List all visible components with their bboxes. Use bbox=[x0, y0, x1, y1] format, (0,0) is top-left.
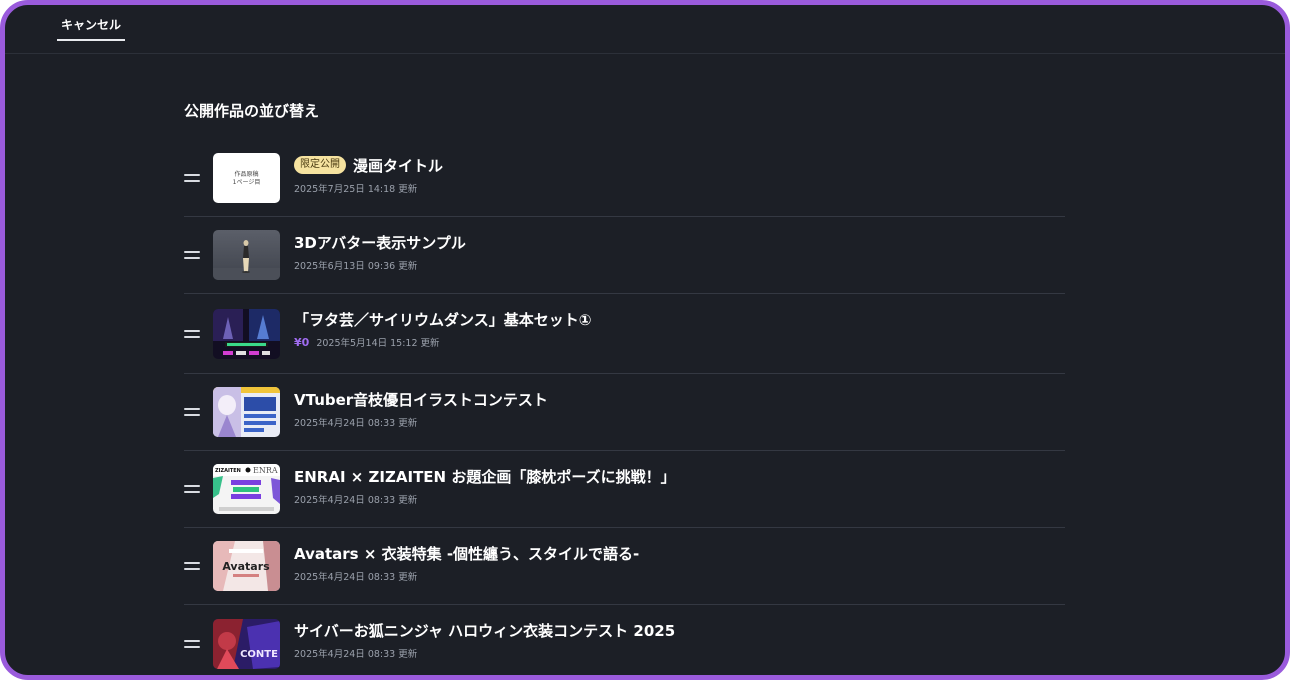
work-thumbnail: CONTE bbox=[213, 618, 280, 669]
updated-timestamp: 2025年4月24日 08:33 更新 bbox=[294, 649, 418, 660]
work-row[interactable]: Avatars Avatars × 衣装特集 -個性纏う、スタイルで語る- 20… bbox=[184, 528, 1065, 605]
work-title: ENRAI × ZIZAITEN お題企画「膝枕ポーズに挑戦！」 bbox=[294, 467, 676, 486]
drag-handle-icon[interactable] bbox=[184, 407, 200, 417]
work-thumbnail: ZIZAITEN ENRA bbox=[213, 464, 280, 514]
drag-handle-icon[interactable] bbox=[184, 484, 200, 494]
work-row[interactable]: CONTE サイバーお狐ニンジャ ハロウィン衣装コンテスト 2025 2025年… bbox=[184, 605, 1065, 675]
sortable-works-list: 作品原稿 1ページ目 限定公開 漫画タイトル 2025年7月25日 14:18 … bbox=[184, 140, 1065, 675]
work-row[interactable]: VTuber音枝優日イラストコンテスト 2025年4月24日 08:33 更新 bbox=[184, 374, 1065, 451]
updated-timestamp: 2025年6月13日 09:36 更新 bbox=[294, 261, 418, 272]
price-label: ¥0 bbox=[294, 335, 310, 349]
work-thumbnail bbox=[213, 230, 280, 280]
top-bar: キャンセル bbox=[5, 5, 1285, 54]
work-title: 漫画タイトル bbox=[353, 156, 444, 175]
thumbnail-text: 作品原稿 bbox=[234, 170, 258, 178]
updated-timestamp: 2025年7月25日 14:18 更新 bbox=[294, 184, 418, 195]
work-title: サイバーお狐ニンジャ ハロウィン衣装コンテスト 2025 bbox=[294, 621, 676, 640]
drag-handle-icon[interactable] bbox=[184, 250, 200, 260]
work-thumbnail bbox=[213, 387, 280, 437]
work-title: Avatars × 衣装特集 -個性纏う、スタイルで語る- bbox=[294, 544, 640, 563]
work-thumbnail: 作品原稿 1ページ目 bbox=[213, 153, 280, 203]
thumbnail-text: 1ページ目 bbox=[233, 179, 261, 186]
work-title: VTuber音枝優日イラストコンテスト bbox=[294, 390, 548, 409]
drag-handle-icon[interactable] bbox=[184, 639, 200, 649]
work-title: 「ヲタ芸／サイリウムダンス」基本セット① bbox=[294, 310, 592, 329]
drag-handle-icon[interactable] bbox=[184, 329, 200, 339]
page-title: 公開作品の並び替え bbox=[184, 102, 320, 120]
cancel-button[interactable]: キャンセル bbox=[57, 13, 125, 41]
updated-timestamp: 2025年4月24日 08:33 更新 bbox=[294, 418, 418, 429]
updated-timestamp: 2025年4月24日 08:33 更新 bbox=[294, 495, 418, 506]
updated-timestamp: 2025年5月14日 15:12 更新 bbox=[316, 338, 440, 349]
updated-timestamp: 2025年4月24日 08:33 更新 bbox=[294, 572, 418, 583]
drag-handle-icon[interactable] bbox=[184, 173, 200, 183]
work-title: 3Dアバター表示サンプル bbox=[294, 233, 466, 252]
thumbnail-text: Avatars bbox=[222, 560, 270, 573]
thumbnail-text: ENRA bbox=[253, 466, 278, 475]
work-thumbnail bbox=[213, 308, 280, 359]
thumbnail-text: CONTE bbox=[240, 649, 278, 660]
thumbnail-text: ZIZAITEN bbox=[215, 468, 241, 474]
work-row[interactable]: 作品原稿 1ページ目 限定公開 漫画タイトル 2025年7月25日 14:18 … bbox=[184, 140, 1065, 217]
drag-handle-icon[interactable] bbox=[184, 561, 200, 571]
work-row[interactable]: 3Dアバター表示サンプル 2025年6月13日 09:36 更新 bbox=[184, 217, 1065, 294]
work-thumbnail: Avatars bbox=[213, 541, 280, 591]
visibility-badge: 限定公開 bbox=[294, 156, 346, 174]
work-row[interactable]: 「ヲタ芸／サイリウムダンス」基本セット① ¥0 2025年5月14日 15:12… bbox=[184, 294, 1065, 374]
work-row[interactable]: ZIZAITEN ENRA ENRAI × ZIZAITEN お題企画「膝枕ポー… bbox=[184, 451, 1065, 528]
sort-works-panel: キャンセル 公開作品の並び替え 作品原稿 1ページ目 限定公開 漫画タイトル 2… bbox=[0, 0, 1290, 680]
